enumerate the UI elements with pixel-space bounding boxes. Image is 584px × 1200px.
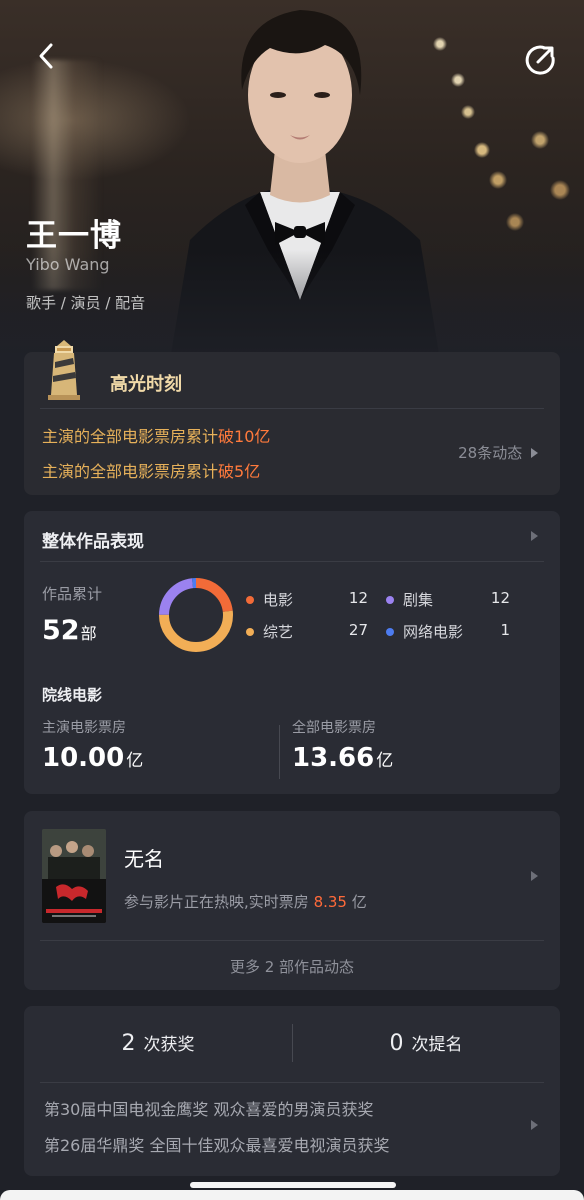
total-box-office-value: 13.66 亿 bbox=[292, 743, 394, 773]
highlight-more-link[interactable]: 28条动态 bbox=[458, 442, 538, 463]
hero-banner: 王一博 Yibo Wang 歌手 / 演员 / 配音 bbox=[0, 0, 584, 380]
awards-card[interactable]: 2 次获奖 0 次提名 第30届中国电视金鹰奖 观众喜爱的男演员获奖 第26届华鼎奖… bbox=[24, 1006, 560, 1176]
award-wins: 2 次获奖 bbox=[121, 1031, 195, 1056]
dot-icon bbox=[386, 595, 394, 604]
star-name: 王一博 bbox=[26, 218, 122, 254]
lead-box-office-label: 主演电影票房 bbox=[42, 720, 126, 736]
legend-variety-value: 27 bbox=[348, 621, 368, 639]
movie-status: 参与影片正在热映,实时票房 8.35 亿 bbox=[124, 893, 367, 911]
movie-title: 无名 bbox=[124, 847, 164, 871]
legend-web-movie-value: 1 bbox=[500, 621, 510, 639]
home-indicator[interactable] bbox=[190, 1182, 396, 1188]
divider bbox=[279, 725, 280, 779]
share-button[interactable] bbox=[524, 42, 558, 76]
play-arrow-icon[interactable] bbox=[531, 1120, 538, 1130]
award-nominations: 0 次提名 bbox=[389, 1031, 463, 1056]
award-item: 第30届中国电视金鹰奖 观众喜爱的男演员获奖 bbox=[44, 1100, 374, 1119]
works-count: 52部 bbox=[42, 615, 97, 646]
divider bbox=[40, 561, 544, 562]
highlight-item: 主演的全部电影票房累计破10亿 bbox=[42, 427, 271, 446]
legend-movie: 电影 bbox=[246, 589, 293, 610]
highlight-item: 主演的全部电影票房累计破5亿 bbox=[42, 462, 261, 481]
poster-image bbox=[42, 829, 106, 923]
legend-web-movie: 网络电影 bbox=[386, 621, 463, 642]
bottom-sheet-edge bbox=[0, 1190, 584, 1200]
lead-box-office-value: 10.00 亿 bbox=[42, 743, 144, 773]
chevron-left-icon bbox=[39, 43, 53, 69]
play-arrow-icon[interactable] bbox=[531, 871, 538, 881]
works-title: 整体作品表现 bbox=[42, 532, 144, 552]
legend-movie-value: 12 bbox=[348, 589, 368, 607]
cinema-movies-title: 院线电影 bbox=[42, 686, 103, 704]
dot-icon bbox=[386, 627, 394, 636]
share-icon bbox=[525, 45, 555, 75]
legend-series: 剧集 bbox=[386, 589, 433, 610]
dot-icon bbox=[246, 627, 254, 636]
divider bbox=[40, 1082, 544, 1083]
current-movie-card[interactable]: 无名 参与影片正在热映,实时票房 8.35 亿 更多 2 部作品动态 bbox=[24, 811, 560, 990]
divider bbox=[40, 408, 544, 409]
legend-variety: 综艺 bbox=[246, 621, 293, 642]
works-donut-chart bbox=[159, 578, 233, 652]
play-arrow-icon[interactable] bbox=[531, 531, 538, 541]
works-performance-card[interactable]: 整体作品表现 作品累计 52部 电影 12 综艺 27 剧集 12 网络电影 1… bbox=[24, 511, 560, 794]
legend-series-value: 12 bbox=[490, 589, 510, 607]
dot-icon bbox=[246, 595, 254, 604]
highlight-title: 高光时刻 bbox=[110, 374, 182, 395]
star-english-name: Yibo Wang bbox=[26, 255, 110, 274]
highlight-card[interactable]: 高光时刻 主演的全部电影票房累计破10亿 主演的全部电影票房累计破5亿 28条动… bbox=[24, 340, 560, 495]
movie-poster[interactable] bbox=[42, 829, 106, 923]
star-roles: 歌手 / 演员 / 配音 bbox=[26, 294, 146, 312]
back-button[interactable] bbox=[28, 38, 64, 74]
more-works-link[interactable]: 更多 2 部作品动态 bbox=[24, 956, 560, 977]
play-arrow-icon bbox=[531, 448, 538, 458]
award-item: 第26届华鼎奖 全国十佳观众最喜爱电视演员获奖 bbox=[44, 1136, 390, 1155]
divider bbox=[40, 940, 544, 941]
lighthouse-icon bbox=[44, 340, 84, 402]
total-box-office-label: 全部电影票房 bbox=[292, 720, 376, 736]
works-count-label: 作品累计 bbox=[42, 585, 103, 603]
